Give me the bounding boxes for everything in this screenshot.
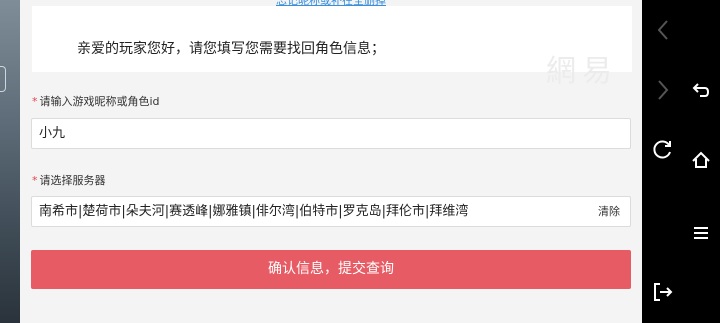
clear-button[interactable]: 清除 bbox=[598, 197, 620, 226]
background-app-strip bbox=[0, 0, 20, 323]
forward-arrow-icon[interactable] bbox=[647, 74, 679, 106]
exit-icon[interactable] bbox=[646, 276, 678, 308]
side-tab-handle[interactable] bbox=[0, 66, 6, 92]
back-arrow-icon[interactable] bbox=[647, 14, 679, 46]
submit-button[interactable]: 确认信息，提交查询 bbox=[31, 250, 631, 289]
return-icon[interactable] bbox=[685, 74, 717, 106]
navigation-bar bbox=[642, 0, 720, 323]
home-icon[interactable] bbox=[685, 144, 717, 176]
notice-text: 亲爱的玩家您好，请您填写您需要找回角色信息； bbox=[77, 41, 385, 57]
server-select-value: 南希市|楚荷市|朵夫河|赛透峰|娜雅镇|俳尔湾|伯特市|罗克岛|拜伦市|拜维湾 bbox=[39, 204, 469, 219]
recovery-page: 忘记昵称或补在全删掉 亲爱的玩家您好，请您填写您需要找回角色信息； 網易 * 请输… bbox=[20, 0, 642, 323]
brand-watermark: 網易 bbox=[546, 54, 618, 89]
nickname-label-text: 请输入游戏昵称或角色id bbox=[39, 95, 160, 108]
nickname-input[interactable]: 小九 bbox=[31, 118, 631, 149]
required-mark: * bbox=[32, 174, 38, 187]
notice-card: 亲爱的玩家您好，请您填写您需要找回角色信息； 網易 bbox=[32, 6, 632, 89]
required-mark: * bbox=[32, 95, 38, 108]
server-select[interactable]: 南希市|楚荷市|朵夫河|赛透峰|娜雅镇|俳尔湾|伯特市|罗克岛|拜伦市|拜维湾 … bbox=[31, 196, 631, 227]
menu-icon[interactable] bbox=[685, 217, 717, 249]
server-label: * 请选择服务器 bbox=[32, 172, 106, 188]
refresh-icon[interactable] bbox=[646, 134, 678, 166]
nickname-label: * 请输入游戏昵称或角色id bbox=[32, 93, 160, 109]
server-label-text: 请选择服务器 bbox=[39, 174, 106, 187]
